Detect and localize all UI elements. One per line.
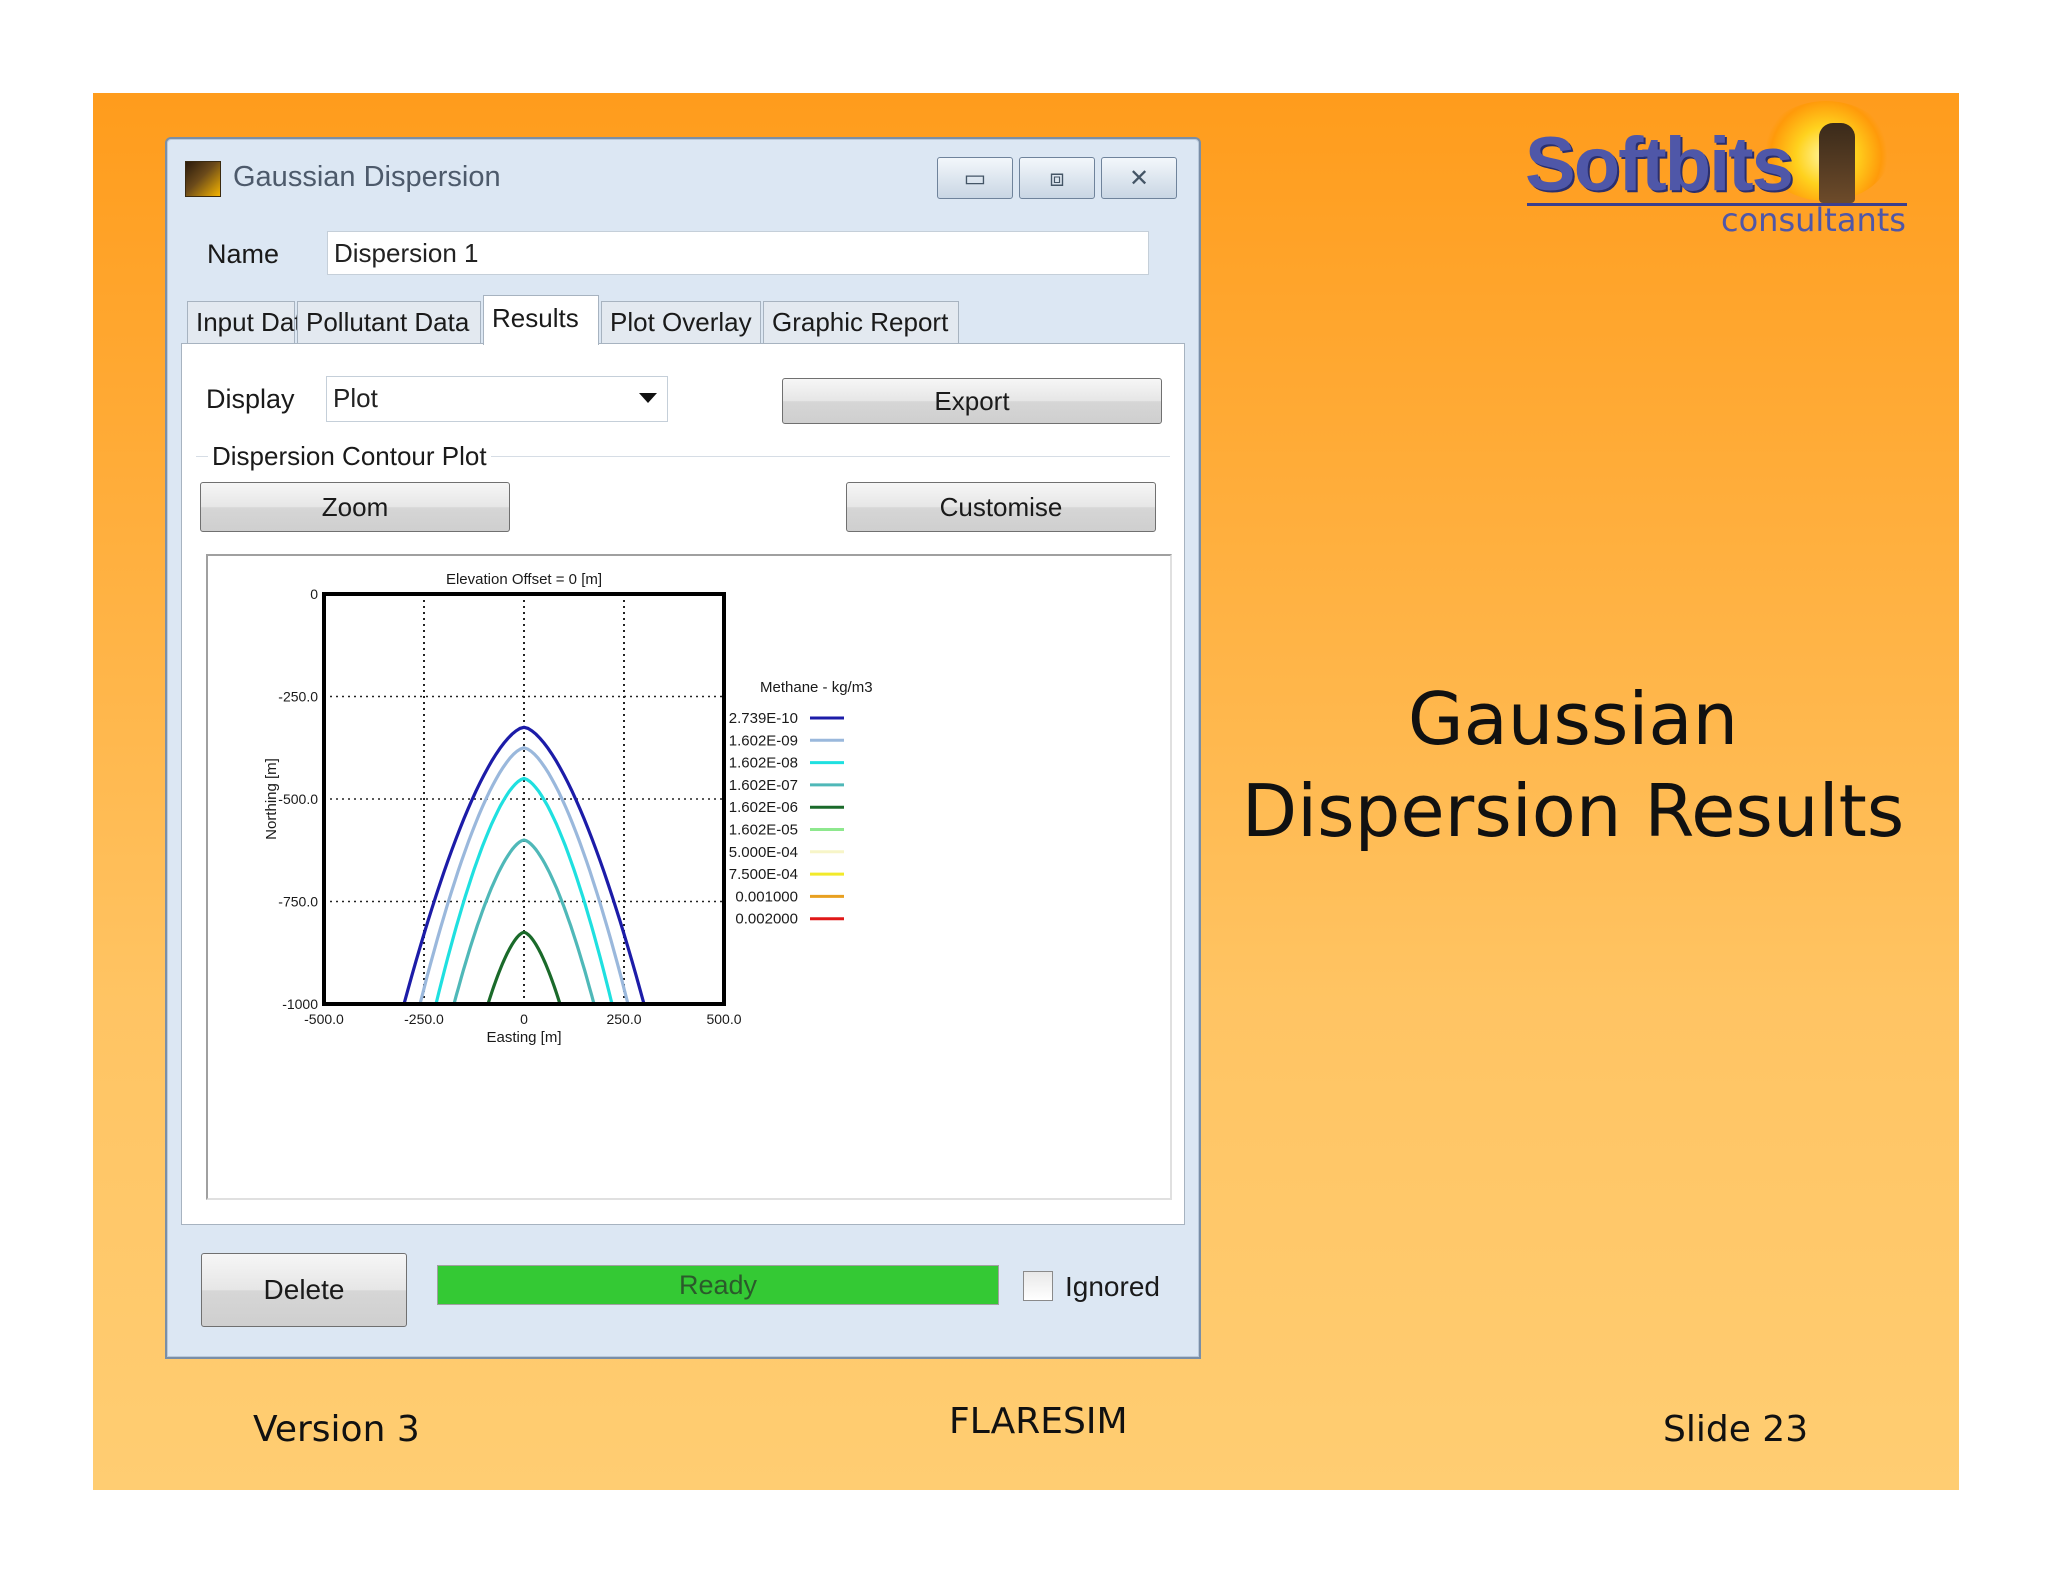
tab-input-data[interactable]: Input Data: [187, 301, 316, 343]
y-tick-label-1: -250.0: [278, 689, 318, 705]
contour-plot-area[interactable]: Elevation Offset = 0 [m] -500.0 -250.0 0 250…: [206, 554, 1172, 1200]
slide-title-line2: Dispersion Results: [1241, 769, 1905, 853]
y-axis-label: Northing [m]: [263, 758, 280, 840]
footer-product: FLARESIM: [949, 1401, 1128, 1442]
tab-plot-overlay[interactable]: Plot Overlay: [601, 301, 761, 343]
x-tick-label-3: 250.0: [606, 1011, 641, 1027]
legend-label-1: 1.602E-09: [729, 732, 798, 749]
chevron-down-icon[interactable]: [639, 393, 657, 403]
name-label: Name: [207, 239, 280, 269]
display-selected-value: Plot: [333, 383, 378, 413]
results-panel: Display Plot Export Dispersion Contour P…: [181, 343, 1185, 1225]
footer-version: Version 3: [253, 1409, 420, 1450]
y-tick-label-2: -500.0: [278, 791, 318, 807]
softbits-logo: Softbits consultants: [1511, 101, 1911, 241]
footer-slide-number: Slide 23: [1663, 1409, 1809, 1450]
flare-app-icon: [185, 161, 221, 197]
legend-label-4: 1.602E-06: [729, 799, 798, 816]
logo-subtitle: consultants: [1721, 201, 1906, 239]
legend-label-0: 2.739E-10: [729, 710, 798, 727]
window-title: Gaussian Dispersion: [233, 161, 501, 193]
ignored-checkbox[interactable]: [1023, 1271, 1053, 1301]
tab-results[interactable]: Results: [483, 295, 599, 345]
contour-chart-svg: Elevation Offset = 0 [m] -500.0 -250.0 0 250…: [263, 571, 873, 1046]
tab-pollutant-data[interactable]: Pollutant Data: [297, 301, 481, 343]
legend-label-6: 5.000E-04: [729, 844, 798, 861]
legend-label-8: 0.001000: [735, 888, 798, 905]
legend-label-3: 1.602E-07: [729, 777, 798, 794]
slide-title-line1: Gaussian: [1407, 677, 1739, 761]
x-tick-label-2: 0: [520, 1011, 528, 1027]
close-button[interactable]: ✕: [1101, 157, 1177, 199]
y-tick-label-3: -750.0: [278, 894, 318, 910]
legend-label-9: 0.002000: [735, 911, 798, 928]
slide-title: Gaussian Dispersion Results: [1213, 673, 1933, 857]
y-tick-label-0: 0: [310, 586, 318, 602]
x-tick-label-4: 500.0: [706, 1011, 741, 1027]
x-tick-label-0: -500.0: [304, 1011, 344, 1027]
window-title-bar[interactable]: Gaussian Dispersion ▭ ⧈ ✕: [167, 139, 1199, 199]
name-input[interactable]: [327, 231, 1149, 275]
display-select[interactable]: Plot: [326, 376, 668, 422]
customise-button[interactable]: Customise: [846, 482, 1156, 532]
status-progress-bar: Ready: [437, 1265, 999, 1305]
slide-background: Gaussian Dispersion ▭ ⧈ ✕ Name Input Dat…: [93, 93, 1959, 1490]
display-label: Display: [206, 384, 295, 414]
maximize-button[interactable]: ⧈: [1019, 157, 1095, 199]
ignored-label: Ignored: [1065, 1271, 1160, 1302]
contour-plot-group-label: Dispersion Contour Plot: [208, 441, 491, 472]
legend-label-7: 7.500E-04: [729, 866, 798, 883]
delete-button[interactable]: Delete: [201, 1253, 407, 1327]
minimize-button[interactable]: ▭: [937, 157, 1013, 199]
logo-flare-stack: [1819, 123, 1855, 203]
logo-wordmark: Softbits: [1525, 122, 1794, 207]
x-axis-label: Easting [m]: [486, 1029, 561, 1046]
chart-title: Elevation Offset = 0 [m]: [446, 571, 602, 588]
export-button[interactable]: Export: [782, 378, 1162, 424]
legend-title: Methane - kg/m3: [760, 679, 873, 696]
gaussian-dispersion-window: Gaussian Dispersion ▭ ⧈ ✕ Name Input Dat…: [165, 137, 1201, 1359]
zoom-button[interactable]: Zoom: [200, 482, 510, 532]
x-tick-label-1: -250.0: [404, 1011, 444, 1027]
legend-label-5: 1.602E-05: [729, 822, 798, 839]
legend-label-2: 1.602E-08: [729, 755, 798, 772]
y-tick-label-4: -1000: [282, 996, 318, 1012]
tab-graphic-report[interactable]: Graphic Report: [763, 301, 959, 343]
status-text: Ready: [678, 1270, 758, 1300]
